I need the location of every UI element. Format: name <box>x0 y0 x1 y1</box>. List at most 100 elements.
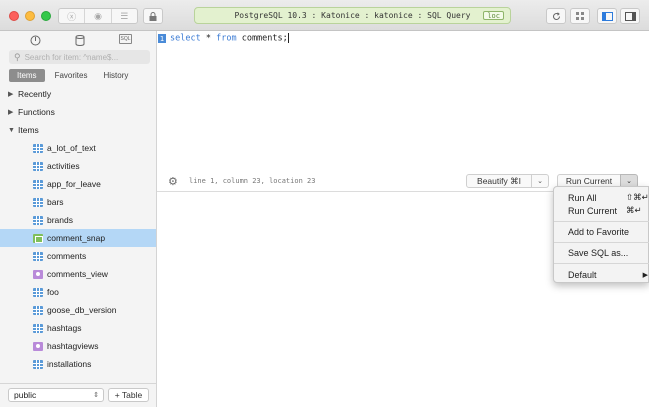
sidebar-item-label: comment_snap <box>47 233 106 243</box>
menu-item-save-sql[interactable]: Save SQL as... <box>554 246 649 259</box>
lock-icon[interactable] <box>143 8 163 24</box>
sql-icon[interactable]: SQL <box>119 34 132 44</box>
sql-editor[interactable]: 1 select * from comments; <box>157 31 649 172</box>
sql-code[interactable]: select * from comments; <box>170 33 289 44</box>
close-window-button[interactable] <box>9 11 19 21</box>
sidebar-item-label: app_for_leave <box>47 179 101 189</box>
sidebar-item-comment_snap[interactable]: comment_snap <box>0 229 156 247</box>
chevron-down-icon: ⌄ <box>537 178 543 185</box>
menu-separator <box>554 242 649 243</box>
items-tree: ▶ Recently ▶ Functions ▼ Items a_lot_of_… <box>0 85 156 373</box>
schema-select[interactable]: public ⇕ <box>8 388 104 402</box>
table-icon <box>33 161 43 171</box>
table-icon <box>33 287 43 297</box>
sidebar-item-label: goose_db_version <box>47 305 117 315</box>
sidebar-item-label: installations <box>47 359 92 369</box>
table-icon <box>33 359 43 369</box>
snapshot-icon <box>33 233 43 243</box>
database-icon[interactable] <box>73 34 87 46</box>
sidebar-item-label: hashtags <box>47 323 82 333</box>
table-token: comments; <box>241 33 288 44</box>
table-icon <box>33 215 43 225</box>
sidebar: SQL ⚲ Search for item: ^name$... Items F… <box>0 31 157 407</box>
sidebar-item-activities[interactable]: activities <box>0 157 156 175</box>
text-cursor <box>287 33 289 43</box>
eye-icon[interactable]: ◉ <box>85 9 112 23</box>
connection-title: PostgreSQL 10.3 : Katonice : katonice : … <box>194 7 511 24</box>
sidebar-tabs: Items Favorites History <box>9 69 138 82</box>
menu-item-run-all[interactable]: Run All ⇧⌘↵ <box>554 191 649 204</box>
keyword-select: select <box>170 33 201 44</box>
table-icon <box>33 305 43 315</box>
search-icon: ⚲ <box>14 51 21 62</box>
refresh-icon[interactable] <box>546 8 566 24</box>
close-circle-icon[interactable]: ⓧ <box>59 9 86 23</box>
menu-item-run-current[interactable]: Run Current ⌘↵ <box>554 204 649 217</box>
left-panel-icon[interactable] <box>597 8 617 24</box>
menu-item-label: Save SQL as... <box>568 247 629 258</box>
sidebar-item-installations[interactable]: installations <box>0 355 156 373</box>
caret-right-icon: ▶ <box>8 91 14 98</box>
sidebar-item-bars[interactable]: bars <box>0 193 156 211</box>
sidebar-item-comments[interactable]: comments <box>0 247 156 265</box>
sidebar-toolbar: SQL <box>0 31 157 49</box>
sidebar-item-label: foo <box>47 287 59 297</box>
sidebar-item-label: a_lot_of_text <box>47 143 96 153</box>
title-bar: ⓧ ◉ ☰ PostgreSQL 10.3 : Katonice : katon… <box>0 0 649 31</box>
tab-history[interactable]: History <box>97 69 134 82</box>
table-icon <box>33 323 43 333</box>
table-icon <box>33 179 43 189</box>
cursor-location: line 1, column 23, location 23 <box>189 177 316 185</box>
menu-item-shortcut: ⌘↵ <box>626 205 642 215</box>
power-icon[interactable] <box>28 34 42 46</box>
view-icon <box>33 269 43 279</box>
gear-icon[interactable]: ⚙ <box>168 175 178 188</box>
up-down-chevron-icon: ⇕ <box>93 392 99 399</box>
line-number: 1 <box>158 34 166 43</box>
sidebar-item-label: comments_view <box>47 269 108 279</box>
table-icon <box>33 143 43 153</box>
menu-item-add-to-favorite[interactable]: Add to Favorite <box>554 225 649 238</box>
sidebar-item-hashtags[interactable]: hashtags <box>0 319 156 337</box>
sidebar-item-label: hashtagviews <box>47 341 99 351</box>
menu-item-label: Run Current <box>568 205 618 216</box>
beautify-dropdown[interactable]: ⌄ <box>531 174 549 188</box>
toolbar-segment: ⓧ ◉ ☰ <box>58 8 138 24</box>
sidebar-item-foo[interactable]: foo <box>0 283 156 301</box>
star-token: * <box>205 33 211 44</box>
beautify-button[interactable]: Beautify ⌘I <box>466 174 532 188</box>
connection-badge: loc <box>483 11 504 20</box>
search-placeholder: Search for item: ^name$... <box>24 52 119 62</box>
connection-title-text: PostgreSQL 10.3 : Katonice : katonice : … <box>234 11 471 20</box>
sidebar-item-goose_db_version[interactable]: goose_db_version <box>0 301 156 319</box>
group-functions[interactable]: ▶ Functions <box>0 103 156 121</box>
group-label: Recently <box>18 89 52 99</box>
grid-icon[interactable] <box>570 8 590 24</box>
sidebar-footer: public ⇕ + Table <box>0 383 156 407</box>
submenu-arrow-icon: ▶ <box>642 271 648 279</box>
group-label: Functions <box>18 107 55 117</box>
group-label: Items <box>18 125 39 135</box>
sidebar-item-app_for_leave[interactable]: app_for_leave <box>0 175 156 193</box>
right-panel-icon[interactable] <box>620 8 640 24</box>
tab-favorites[interactable]: Favorites <box>49 69 94 82</box>
view-icon <box>33 341 43 351</box>
list-icon[interactable]: ☰ <box>112 9 137 23</box>
sidebar-item-a_lot_of_text[interactable]: a_lot_of_text <box>0 139 156 157</box>
tab-items[interactable]: Items <box>9 69 45 82</box>
run-options-menu: Run All ⇧⌘↵ Run Current ⌘↵ Add to Favori… <box>553 186 649 283</box>
maximize-window-button[interactable] <box>41 11 51 21</box>
caret-right-icon: ▶ <box>8 109 14 116</box>
menu-item-label: Default <box>568 269 597 280</box>
sidebar-item-hashtagviews[interactable]: hashtagviews <box>0 337 156 355</box>
sidebar-item-comments_view[interactable]: comments_view <box>0 265 156 283</box>
sidebar-item-label: brands <box>47 215 73 225</box>
menu-item-label: Add to Favorite <box>568 226 630 237</box>
menu-item-default[interactable]: Default ▶ <box>554 268 649 281</box>
sidebar-item-brands[interactable]: brands <box>0 211 156 229</box>
group-items[interactable]: ▼ Items <box>0 121 156 139</box>
group-recently[interactable]: ▶ Recently <box>0 85 156 103</box>
search-input[interactable]: ⚲ Search for item: ^name$... <box>9 50 150 64</box>
add-table-button[interactable]: + Table <box>108 388 149 402</box>
minimize-window-button[interactable] <box>25 11 35 21</box>
